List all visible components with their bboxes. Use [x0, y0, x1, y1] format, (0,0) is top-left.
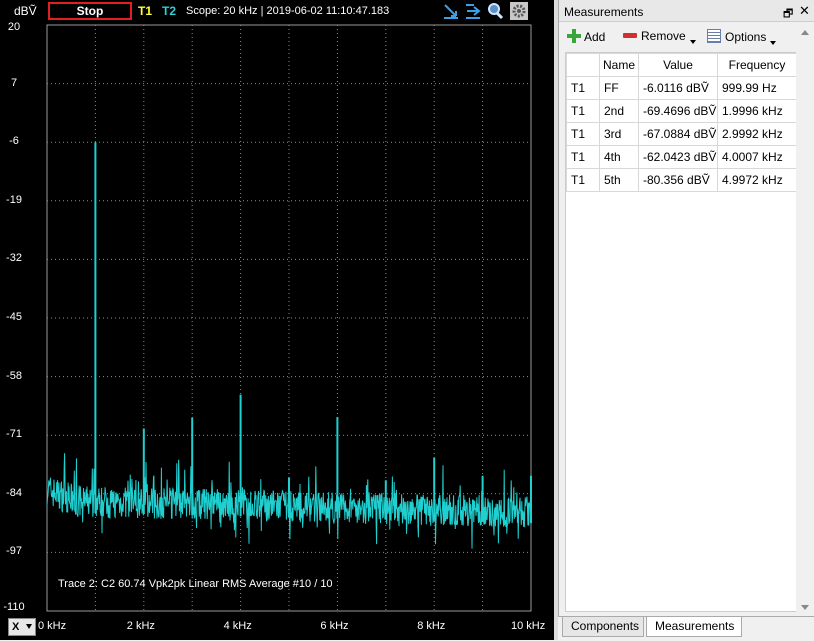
chevron-down-icon	[770, 41, 777, 45]
table-row[interactable]: T1 4th -62.0423 dBṼ 4.0007 kHz	[566, 145, 797, 169]
restore-icon[interactable]: 🗗	[783, 5, 793, 24]
cell-value: -80.356 dBṼ	[638, 168, 718, 192]
cell-frequency: 2.9992 kHz	[717, 122, 797, 146]
add-button[interactable]: Add	[567, 29, 605, 44]
table-row[interactable]: T1 5th -80.356 dBṼ 4.9972 kHz	[566, 168, 797, 192]
grid-header-row: Name Value Frequency	[566, 53, 797, 77]
x-tick-label: 2 kHz	[126, 620, 155, 632]
vertical-scrollbar[interactable]	[796, 24, 813, 616]
cell-trace: T1	[566, 145, 600, 169]
measurements-toolbar: Add Remove Options	[559, 24, 814, 50]
cell-trace: T1	[566, 76, 600, 100]
x-axis-selector[interactable]: X	[8, 618, 36, 636]
y-tick-label: -97	[6, 545, 22, 558]
cell-name: 5th	[599, 168, 639, 192]
close-icon[interactable]: ✕	[799, 3, 810, 19]
cell-trace: T1	[566, 99, 600, 123]
options-button[interactable]: Options	[707, 29, 777, 45]
spectrum-plot[interactable]	[0, 0, 554, 640]
add-label: Add	[584, 30, 606, 44]
scope-panel[interactable]: dBṼ Stop T1 T2 Scope: 20 kHz | 2019-06-…	[0, 0, 554, 640]
cell-value: -67.0884 dBṼ	[638, 122, 718, 146]
chevron-down-icon	[689, 40, 696, 44]
scroll-up-icon[interactable]	[801, 30, 809, 35]
y-tick-label: -84	[6, 486, 22, 499]
panel-tabs: Components Measurements	[558, 616, 814, 641]
y-tick-label: -110	[3, 601, 25, 613]
col-header-frequency[interactable]: Frequency	[717, 53, 797, 77]
y-tick-label: -6	[9, 135, 19, 148]
measurements-grid[interactable]: Name Value Frequency T1 FF -6.0116 dBṼ 999…	[565, 52, 798, 612]
x-axis-selector-label: X	[12, 621, 20, 633]
cell-name: 3rd	[599, 122, 639, 146]
cell-name: 4th	[599, 145, 639, 169]
cell-trace: T1	[566, 122, 600, 146]
chevron-down-icon	[26, 624, 32, 629]
y-tick-label: -45	[6, 311, 22, 323]
cell-value: -62.0423 dBṼ	[638, 145, 718, 169]
table-row[interactable]: T1 FF -6.0116 dBṼ 999.99 Hz	[566, 76, 797, 100]
measurements-panel: Measurements 🗗 ✕ Add Remove Options Name…	[558, 0, 814, 640]
col-header-value[interactable]: Value	[638, 53, 718, 77]
remove-button[interactable]: Remove	[623, 29, 696, 44]
x-tick-label: 10 kHz	[511, 620, 546, 632]
plus-icon	[567, 29, 581, 43]
trace-annotation: Trace 2: C2 60.74 Vpk2pk Linear RMS Aver…	[58, 578, 333, 590]
cell-name: FF	[599, 76, 639, 100]
cell-value: -69.4696 dBṼ	[638, 99, 718, 123]
y-tick-label: -19	[6, 193, 22, 206]
remove-label: Remove	[641, 29, 686, 43]
col-header-name[interactable]: Name	[599, 53, 639, 77]
table-row[interactable]: T1 2nd -69.4696 dBṼ 1.9996 kHz	[566, 99, 797, 123]
minus-icon	[623, 33, 637, 38]
col-header-trace[interactable]	[566, 53, 600, 77]
tab-components[interactable]: Components	[562, 617, 644, 637]
measurements-title: Measurements	[564, 5, 644, 19]
tab-measurements[interactable]: Measurements	[646, 617, 742, 637]
y-tick-label: 7	[10, 76, 18, 89]
x-tick-label: 0 kHz	[38, 620, 67, 632]
cell-frequency: 1.9996 kHz	[717, 99, 797, 123]
x-tick-label: 8 kHz	[417, 620, 446, 632]
options-label: Options	[725, 30, 767, 44]
y-tick-label: 20	[7, 21, 21, 33]
x-tick-label: 4 kHz	[223, 620, 252, 632]
cell-name: 2nd	[599, 99, 639, 123]
table-row[interactable]: T1 3rd -67.0884 dBṼ 2.9992 kHz	[566, 122, 797, 146]
list-icon	[707, 29, 721, 43]
cell-frequency: 4.0007 kHz	[717, 145, 797, 169]
measurements-title-bar: Measurements 🗗 ✕	[559, 0, 814, 22]
cell-value: -6.0116 dBṼ	[638, 76, 718, 100]
y-tick-label: -71	[6, 428, 22, 441]
cell-frequency: 4.9972 kHz	[717, 168, 797, 192]
cell-trace: T1	[566, 168, 600, 192]
y-tick-label: -32	[6, 252, 22, 265]
y-tick-label: -58	[6, 369, 22, 382]
scroll-down-icon[interactable]	[801, 605, 809, 610]
cell-frequency: 999.99 Hz	[717, 76, 797, 100]
x-tick-label: 6 kHz	[320, 620, 349, 632]
